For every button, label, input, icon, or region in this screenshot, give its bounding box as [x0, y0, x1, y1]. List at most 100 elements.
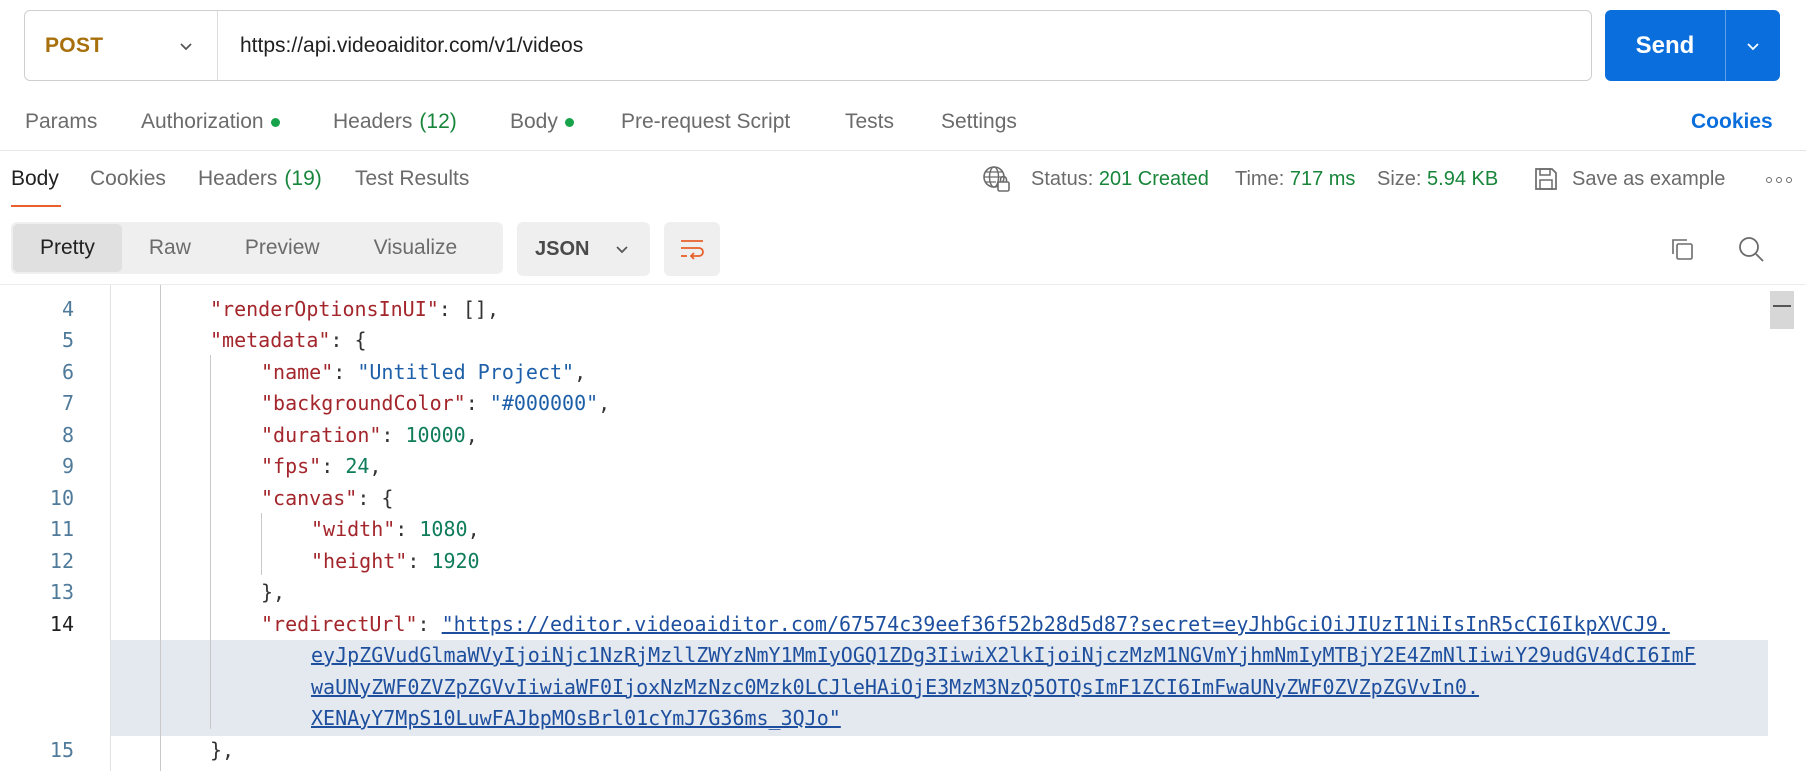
code-line: },	[261, 580, 286, 604]
json-key: "duration"	[261, 423, 382, 447]
line-number: 14	[49, 612, 74, 636]
chevron-down-icon	[1747, 42, 1759, 50]
size-label: Size:	[1377, 167, 1422, 190]
cookies-link[interactable]: Cookies	[1691, 100, 1773, 144]
active-tab-indicator	[11, 205, 61, 207]
tab-tests[interactable]: Tests	[845, 100, 894, 144]
tab-label: Headers	[333, 110, 413, 133]
status-value: 201 Created	[1098, 167, 1209, 190]
view-mode-pretty[interactable]: Pretty	[13, 224, 122, 272]
request-tabs: Params Authorization Headers (12) Body Pr…	[0, 100, 1806, 144]
response-tab-body[interactable]: Body	[11, 159, 59, 199]
tab-pre-request-script[interactable]: Pre-request Script	[621, 100, 790, 144]
chevron-down-icon	[180, 42, 192, 50]
vertical-scrollbar[interactable]	[1770, 291, 1794, 329]
tab-body[interactable]: Body	[510, 100, 574, 144]
send-button[interactable]: Send	[1605, 10, 1725, 81]
json-key: "metadata"	[210, 328, 331, 352]
tab-label: Authorization	[141, 110, 264, 133]
tab-headers[interactable]: Headers (12)	[333, 100, 457, 144]
json-number: 1080	[419, 517, 468, 541]
tab-label: Pre-request Script	[621, 110, 791, 133]
redirect-url-link[interactable]: "https://editor.videoaiditor.com/67574c3…	[442, 612, 1670, 636]
more-horizontal-icon[interactable]	[1766, 170, 1792, 190]
code-line: "metadata": {	[210, 328, 367, 352]
network-info-icon[interactable]	[981, 159, 1011, 199]
method-label: POST	[45, 33, 104, 57]
json-punct: :	[333, 360, 358, 384]
line-number: 7	[61, 391, 74, 415]
json-string: "#000000"	[489, 391, 599, 415]
chevron-down-icon	[616, 246, 628, 254]
time-readout: Time: 717 ms	[1235, 159, 1355, 199]
view-mode-raw[interactable]: Raw	[122, 224, 218, 272]
redirect-url-link[interactable]: waUNyZWF0ZVZpZGVvIiwiaWF0IjoxNzMzNzc0Mzk…	[311, 675, 1479, 699]
status-dot	[270, 117, 280, 127]
code-line: },	[210, 738, 235, 762]
method-select[interactable]: POST	[25, 11, 218, 80]
json-key: "width"	[311, 517, 396, 541]
json-punct: : {	[357, 486, 394, 510]
code-line: "renderOptionsInUI": [],	[210, 297, 499, 321]
code-line: "name": "Untitled Project",	[261, 360, 586, 384]
send-dropdown-button[interactable]	[1726, 10, 1780, 81]
tab-authorization[interactable]: Authorization	[141, 100, 280, 144]
json-key: "canvas"	[261, 486, 358, 510]
globe-lock-icon	[983, 166, 1010, 192]
search-button[interactable]	[1736, 234, 1766, 264]
indent-guide	[160, 285, 161, 771]
code-line: "duration": 10000,	[261, 423, 478, 447]
line-number: 15	[49, 738, 74, 762]
json-punct: : {	[330, 328, 367, 352]
view-mode-preview[interactable]: Preview	[218, 224, 347, 272]
response-tab-test-results[interactable]: Test Results	[355, 159, 469, 199]
view-mode-switcher: Pretty Raw Preview Visualize	[11, 222, 503, 274]
status-readout: Status: 201 Created	[1031, 159, 1209, 199]
json-punct: :	[381, 423, 406, 447]
time-value: 717 ms	[1289, 167, 1356, 190]
tab-label: Params	[25, 110, 98, 133]
json-key: "renderOptionsInUI"	[210, 297, 439, 321]
json-punct: ,	[465, 423, 478, 447]
redirect-url-link[interactable]: eyJpZGVudGlmaWVyIjoiNjc1NzRjMzllZWYzNmY1…	[311, 643, 1696, 667]
response-tab-headers[interactable]: Headers (19)	[198, 159, 322, 199]
format-select[interactable]: JSON	[517, 222, 650, 276]
json-punct: :	[321, 454, 346, 478]
json-number: 1920	[431, 549, 480, 573]
size-readout: Size: 5.94 KB	[1377, 159, 1498, 199]
gutter-divider	[110, 285, 111, 771]
status-label: Status:	[1031, 167, 1094, 190]
line-number: 9	[61, 454, 74, 478]
code-line: "width": 1080,	[311, 517, 480, 541]
view-mode-visualize[interactable]: Visualize	[347, 224, 485, 272]
json-key: "fps"	[261, 454, 322, 478]
code-line: "height": 1920	[311, 549, 480, 573]
code-line-wrapped: waUNyZWF0ZVZpZGVvIiwiaWF0IjoxNzMzNzc0Mzk…	[311, 675, 1479, 699]
divider	[0, 150, 1806, 151]
url-input[interactable]	[218, 11, 1591, 80]
save-as-example-label: Save as example	[1572, 167, 1726, 190]
tab-settings[interactable]: Settings	[941, 100, 1017, 144]
response-tab-cookies[interactable]: Cookies	[90, 159, 166, 199]
response-body-editor[interactable]: 4 "renderOptionsInUI": [], 5 "metadata":…	[0, 284, 1806, 771]
tab-count: (12)	[419, 110, 457, 133]
status-dot	[564, 117, 574, 127]
copy-button[interactable]	[1667, 234, 1697, 264]
line-number: 4	[61, 297, 74, 321]
json-punct: ,	[574, 360, 587, 384]
json-punct: :	[465, 391, 490, 415]
json-key: "name"	[261, 360, 334, 384]
json-punct: ,	[467, 517, 480, 541]
tab-label: Body	[11, 167, 59, 190]
tab-params[interactable]: Params	[25, 100, 97, 144]
save-as-example-button[interactable]: Save as example	[1532, 159, 1725, 199]
line-number: 11	[49, 517, 74, 541]
wrap-lines-button[interactable]	[664, 222, 720, 276]
redirect-url-link[interactable]: XENAyY7MpS10LuwFAJbpMOsBrl01cYmJ7G36ms_3…	[311, 706, 841, 730]
code-line: "fps": 24,	[261, 454, 381, 478]
tab-label: Settings	[941, 110, 1017, 133]
wrap-lines-icon	[681, 240, 704, 260]
format-label: JSON	[535, 237, 590, 260]
request-bar: POST	[24, 10, 1592, 81]
json-punct: : [],	[438, 297, 499, 321]
